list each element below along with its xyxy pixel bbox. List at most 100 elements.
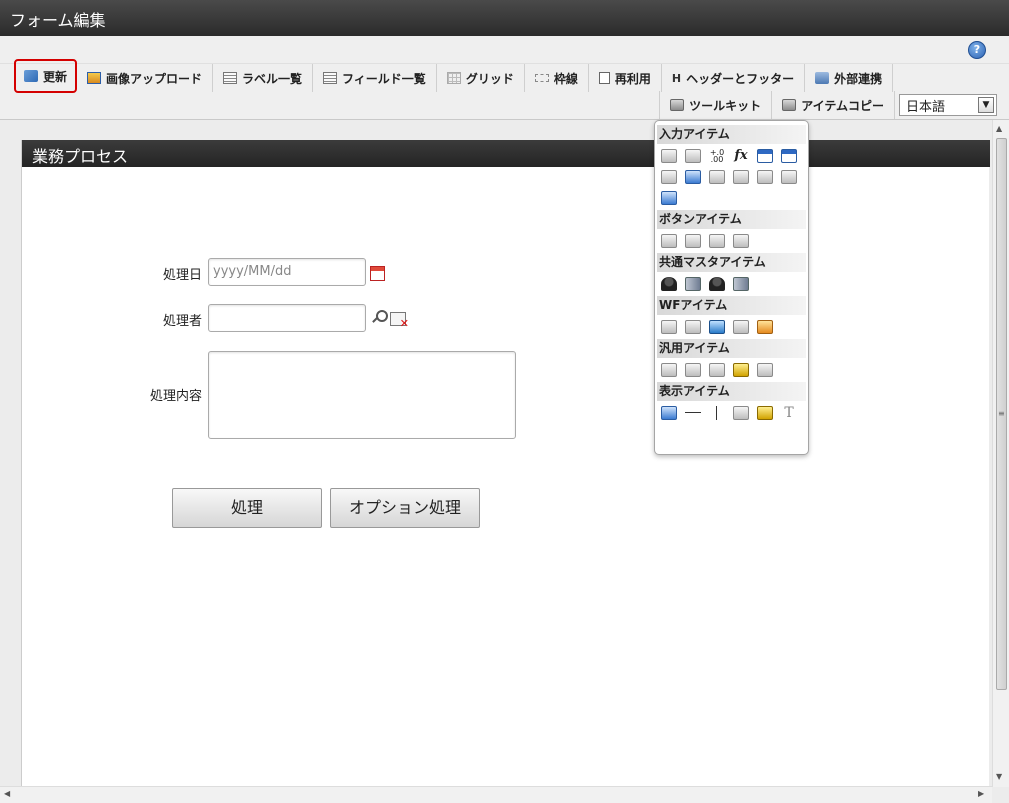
field-list-label: フィールド一覧 bbox=[342, 71, 426, 86]
toolbar-row-main: 更新 画像アップロード ラベル一覧 フィールド一覧 グリッド 枠線 再利用 H bbox=[14, 59, 894, 93]
header-footer-label: ヘッダーとフッター bbox=[686, 71, 795, 86]
help-icon[interactable]: ? bbox=[968, 41, 986, 59]
stamp-icon[interactable] bbox=[757, 320, 773, 334]
toolbar-row-sub: ツールキット アイテムコピー 日本語 ▼ bbox=[659, 91, 997, 119]
option-process-button[interactable]: オプション処理 bbox=[330, 488, 480, 528]
frame-label: 枠線 bbox=[553, 71, 578, 86]
reuse-button[interactable]: 再利用 bbox=[589, 64, 662, 92]
scroll-thumb[interactable]: ≡ bbox=[996, 138, 1007, 690]
toolkit-panel: 入力アイテム +.0 .00 fx ボタンアイテム 共通マスタアイテム WFアイ… bbox=[654, 120, 809, 455]
radio-icon[interactable] bbox=[733, 170, 749, 184]
checkbox-icon[interactable] bbox=[709, 170, 725, 184]
label-list-button[interactable]: ラベル一覧 bbox=[213, 64, 314, 92]
frame-icon bbox=[534, 74, 549, 82]
scroll-down-icon[interactable]: ▼ bbox=[996, 772, 1002, 781]
file-upload-icon[interactable] bbox=[661, 191, 677, 205]
vertical-scrollbar[interactable]: ▲ ≡ ▼ bbox=[992, 120, 1009, 787]
search-icon[interactable] bbox=[372, 310, 388, 324]
history-icon[interactable] bbox=[733, 320, 749, 334]
image-upload-label: 画像アップロード bbox=[106, 71, 203, 86]
external-link-button[interactable]: 外部連携 bbox=[805, 64, 894, 92]
display-items-section: 表示アイテム T bbox=[655, 382, 808, 423]
section-title: WFアイテム bbox=[657, 296, 806, 315]
next-button-icon[interactable] bbox=[661, 234, 677, 248]
panel-icon[interactable] bbox=[757, 363, 773, 377]
item-copy-label: アイテムコピー bbox=[801, 98, 884, 113]
text-icon[interactable]: T bbox=[781, 406, 797, 420]
back-button-icon[interactable] bbox=[685, 234, 701, 248]
image-icon[interactable] bbox=[709, 320, 725, 334]
reuse-label: 再利用 bbox=[614, 71, 651, 86]
item-copy-icon bbox=[782, 99, 797, 111]
pulldown-icon[interactable] bbox=[757, 170, 773, 184]
reuse-icon bbox=[598, 72, 610, 84]
horizontal-scrollbar[interactable]: ◀ ▶ bbox=[0, 786, 992, 803]
date-label: 処理日 bbox=[162, 268, 202, 283]
date-icon[interactable] bbox=[757, 149, 773, 163]
picture-icon[interactable] bbox=[757, 406, 773, 420]
vertical-line-icon[interactable] bbox=[709, 406, 725, 420]
field-list-button[interactable]: フィールド一覧 bbox=[313, 64, 437, 92]
toolkit-button[interactable]: ツールキット bbox=[659, 91, 773, 119]
user-icon[interactable] bbox=[661, 277, 677, 291]
horizontal-line-icon[interactable] bbox=[685, 406, 701, 420]
form-header: 業務プロセス bbox=[22, 140, 990, 167]
frame-button[interactable]: 枠線 bbox=[525, 64, 589, 92]
scroll-left-icon[interactable]: ◀ bbox=[4, 789, 10, 798]
ruler-icon[interactable] bbox=[661, 363, 677, 377]
language-value: 日本語 bbox=[906, 99, 946, 115]
grip-icon: ≡ bbox=[998, 409, 1005, 418]
user-label: 処理者 bbox=[162, 314, 202, 329]
key-icon[interactable] bbox=[733, 363, 749, 377]
role-icon[interactable] bbox=[709, 277, 725, 291]
grid-label: グリッド bbox=[465, 71, 514, 86]
header-footer-button[interactable]: H ヘッダーとフッター bbox=[662, 64, 806, 92]
scroll-right-icon[interactable]: ▶ bbox=[978, 789, 984, 798]
clear-icon[interactable] bbox=[390, 312, 409, 330]
return-button-icon[interactable] bbox=[709, 234, 725, 248]
organization-icon[interactable] bbox=[685, 277, 701, 291]
image-upload-icon bbox=[87, 72, 102, 84]
number-icon[interactable]: +.0 .00 bbox=[709, 149, 725, 164]
general-items-section: 汎用アイテム bbox=[655, 339, 808, 380]
button-items-section: ボタンアイテム bbox=[655, 210, 808, 251]
textarea-icon[interactable] bbox=[685, 149, 701, 163]
input-items-section: 入力アイテム +.0 .00 fx bbox=[655, 125, 808, 208]
process-button[interactable]: 処理 bbox=[172, 488, 322, 528]
external-link-icon bbox=[815, 72, 830, 84]
textbox-icon[interactable] bbox=[661, 149, 677, 163]
content-label: 処理内容 bbox=[149, 389, 202, 404]
update-label: 更新 bbox=[43, 69, 68, 84]
header-icon: H bbox=[671, 71, 682, 85]
field-list-icon bbox=[323, 72, 338, 84]
camera-icon[interactable] bbox=[709, 363, 725, 377]
label-list-icon bbox=[223, 72, 238, 84]
date-field[interactable]: yyyy/MM/dd bbox=[208, 258, 366, 286]
attachment-icon[interactable] bbox=[685, 320, 701, 334]
listbox-icon[interactable] bbox=[781, 170, 797, 184]
select-icon[interactable] bbox=[661, 170, 677, 184]
box-icon[interactable] bbox=[733, 406, 749, 420]
calendar-icon[interactable] bbox=[370, 266, 385, 281]
update-button[interactable]: 更新 bbox=[14, 59, 78, 93]
window-title: フォーム編集 bbox=[0, 0, 1009, 36]
user-field[interactable] bbox=[208, 304, 366, 332]
datetime-icon[interactable] bbox=[781, 149, 797, 163]
formula-icon[interactable]: fx bbox=[733, 149, 749, 163]
label-item-icon[interactable] bbox=[661, 406, 677, 420]
grid-icon bbox=[446, 72, 461, 84]
item-copy-button[interactable]: アイテムコピー bbox=[772, 91, 895, 119]
form-area: 業務プロセス 処理日 yyyy/MM/dd 処理者 処理内容 処理 オプション処… bbox=[21, 140, 990, 800]
document-icon[interactable] bbox=[685, 363, 701, 377]
label-list-label: ラベル一覧 bbox=[242, 71, 303, 86]
grid-button[interactable]: グリッド bbox=[437, 64, 525, 92]
chevron-down-icon[interactable]: ▼ bbox=[978, 97, 994, 113]
scroll-up-icon[interactable]: ▲ bbox=[996, 124, 1002, 133]
approve-button-icon[interactable] bbox=[733, 234, 749, 248]
company-icon[interactable] bbox=[733, 277, 749, 291]
clipboard-icon[interactable] bbox=[661, 320, 677, 334]
language-select[interactable]: 日本語 ▼ bbox=[899, 94, 997, 116]
content-textarea[interactable] bbox=[208, 351, 516, 439]
image-upload-button[interactable]: 画像アップロード bbox=[77, 64, 214, 92]
table-icon[interactable] bbox=[685, 170, 701, 184]
